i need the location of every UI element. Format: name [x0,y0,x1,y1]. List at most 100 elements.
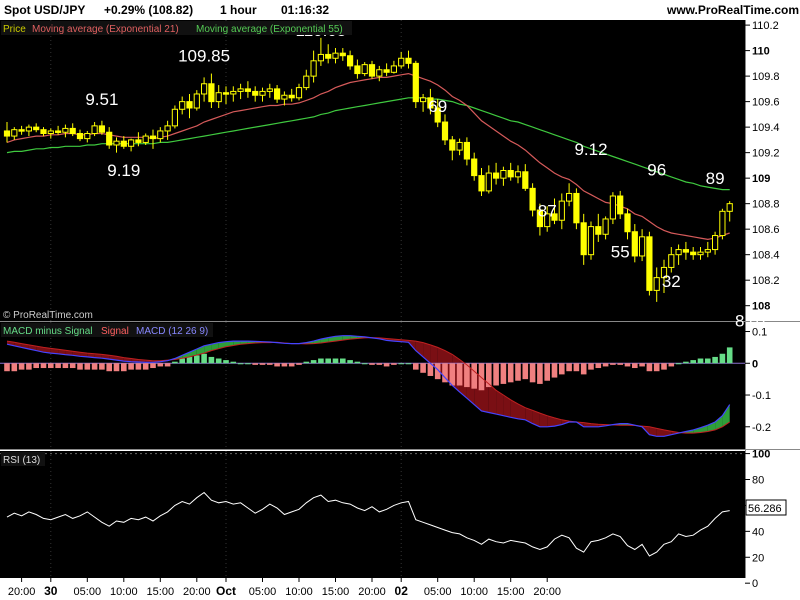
candle-body-down [631,231,638,257]
histogram-bar-negative [661,363,667,370]
candle-body-up [91,125,98,135]
x-tick-label: 02 [395,584,409,598]
histogram-bar-positive [719,353,726,364]
histogram-bar-negative [55,363,61,369]
candle-body-up [704,249,711,253]
price-annotation: 89 [706,169,725,188]
candle-body-up [193,93,200,109]
histogram-bar-negative [135,363,142,370]
candle-body-up [259,90,266,96]
histogram-bar-positive [332,358,339,364]
histogram-bar-negative [267,363,273,365]
candle-body-down [208,83,215,103]
candle-body-up [128,139,135,147]
legend-rsi: RSI (13) [3,455,40,466]
candle-body-up [639,236,646,257]
x-tick-label: 05:00 [424,586,452,598]
histogram-bar-positive [223,360,229,364]
rsi-value-box: 56.286 [745,499,787,516]
histogram-bar-negative [668,363,675,367]
histogram-bar-positive [690,360,696,364]
macd-legend: MACD minus Signal Signal MACD (12 26 9) [1,323,213,337]
candle-body-up [215,92,222,103]
histogram-bar-negative [84,363,91,370]
histogram-bar-positive [726,347,733,364]
candle-body-up [266,88,273,92]
histogram-bar-positive [215,358,222,364]
histogram-bar-negative [164,363,171,367]
histogram-bar-negative [40,363,47,369]
histogram-bar-negative [529,363,536,383]
legend-signal: Signal [101,326,129,337]
x-tick-label: 10:00 [110,586,138,598]
rsi-last-value: 56.286 [748,503,782,515]
candle-body-up [456,141,463,151]
y-tick-label: 100 [752,449,770,461]
candle-body-down [595,226,602,235]
y-tick-label: 108.6 [752,224,780,236]
candle-body-up [295,87,303,99]
y-tick-label: 108.2 [752,275,780,287]
histogram-bar-negative [369,363,375,365]
y-tick-label: 109.6 [752,97,780,109]
histogram-bar-negative [106,363,112,372]
candle-body-up [420,97,427,103]
histogram-bar-positive [230,361,237,364]
histogram-bar-negative [500,363,507,384]
price-annotation: 55 [611,243,630,262]
histogram-bar-negative [150,363,156,369]
candle-body-down [347,55,354,67]
histogram-bar-negative [91,363,98,370]
histogram-bar-negative [18,363,25,370]
y-tick-label: 40 [752,526,764,538]
candle-body-down [106,131,113,146]
candle-body-up [719,210,726,237]
histogram-bar-negative [537,363,543,384]
candle-body-down [368,64,376,77]
candle-body-up [514,171,522,178]
histogram-bar-positive [705,358,711,364]
histogram-bar-negative [493,363,499,386]
histogram-bar-negative [420,363,426,373]
x-tick-label: Oct [216,584,236,598]
x-tick-label: 15:00 [322,586,350,598]
price-annotation: 69 [428,97,447,116]
histogram-bar-negative [559,363,565,375]
candle-body-up [62,127,69,133]
histogram-bar-positive [179,358,185,364]
candle-body-up [675,249,682,256]
candle-body-down [244,88,252,92]
candle-body-down [354,65,361,75]
candle-body-up [566,192,573,202]
histogram-bar-positive [361,363,368,365]
x-tick-label: 20:00 [533,586,561,598]
candle-body-down [441,121,449,141]
candle-body-down [186,101,193,109]
histogram-bar-positive [245,363,251,365]
histogram-bar-positive [347,360,353,364]
price-annotation: 9.12 [574,140,607,159]
y-tick-label: 109 [752,173,770,185]
histogram-bar-positive [172,361,178,364]
y-tick-label: 0.1 [752,327,767,339]
histogram-bar-positive [405,363,412,365]
y-tick-label: 108.4 [752,250,780,262]
candle-body-up [390,65,397,73]
histogram-bar-positive [398,363,404,365]
candle-body-up [237,88,244,92]
histogram-bar-negative [274,363,280,367]
histogram-bar-negative [252,363,258,365]
candle-body-up [712,235,719,251]
x-tick-label: 30 [44,584,58,598]
candle-body-up [697,251,704,256]
legend-macd: MACD (12 26 9) [136,326,208,337]
price-legend: Price Moving average (Exponential 21) Mo… [1,21,352,35]
macd-panel [0,322,745,449]
candle-body-down [33,126,40,131]
histogram-bar-negative [595,363,602,369]
candle-body-up [25,126,32,132]
histogram-bar-negative [26,363,32,370]
histogram-bar-negative [121,363,127,372]
histogram-bar-negative [580,363,587,375]
x-tick-label: 15:00 [147,586,175,598]
